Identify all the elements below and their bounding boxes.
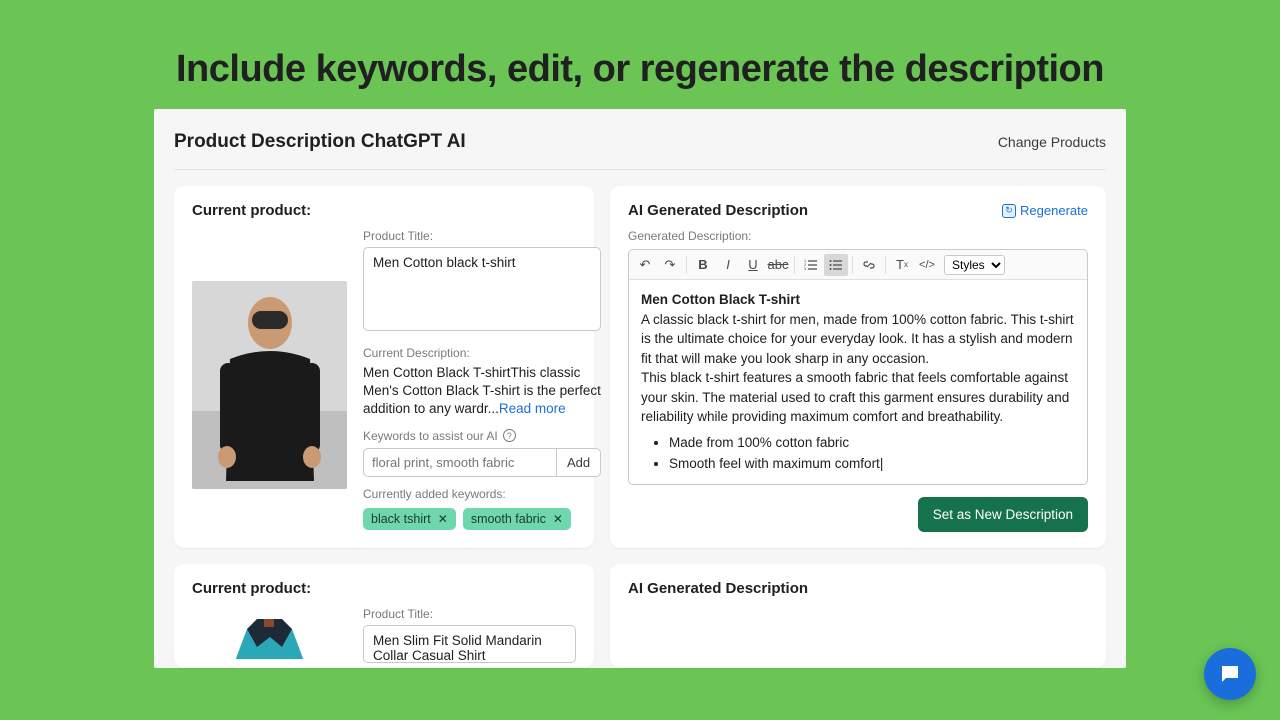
shirt-illustration bbox=[192, 619, 347, 659]
bold-button[interactable]: B bbox=[691, 254, 715, 276]
product-image bbox=[192, 281, 347, 489]
keyword-chip: black tshirt ✕ bbox=[363, 508, 456, 530]
rich-text-editor: ↶ ↷ B I U abc 123 bbox=[628, 249, 1088, 485]
product-image bbox=[192, 619, 347, 659]
bullet-item: Made from 100% cotton fabric bbox=[669, 433, 1075, 453]
card-title: Current product: bbox=[192, 580, 576, 597]
redo-button[interactable]: ↷ bbox=[658, 254, 682, 276]
set-as-new-description-button[interactable]: Set as New Description bbox=[918, 497, 1088, 532]
product-title-label: Product Title: bbox=[363, 229, 601, 243]
remove-chip-icon[interactable]: ✕ bbox=[438, 512, 448, 526]
product-row: Current product: Product Title: AI Gener… bbox=[174, 564, 1106, 668]
keyword-chip: smooth fabric ✕ bbox=[463, 508, 571, 530]
current-description-text: Men Cotton Black T-shirtThis classic Men… bbox=[363, 364, 601, 419]
keywords-input[interactable] bbox=[363, 448, 556, 477]
generated-paragraph: A classic black t-shirt for men, made fr… bbox=[641, 312, 1074, 366]
strikethrough-button[interactable]: abc bbox=[766, 254, 790, 276]
current-description-label: Current Description: bbox=[363, 346, 601, 360]
chips-container: black tshirt ✕ smooth fabric ✕ bbox=[363, 508, 601, 530]
unordered-list-button[interactable] bbox=[824, 254, 848, 276]
regenerate-button[interactable]: ↻ Regenerate bbox=[1002, 203, 1088, 218]
add-keyword-button[interactable]: Add bbox=[556, 448, 601, 477]
tshirt-illustration bbox=[192, 281, 347, 489]
clear-format-button[interactable]: Tx bbox=[890, 254, 914, 276]
product-row: Current product: bbox=[174, 186, 1106, 548]
chat-fab[interactable] bbox=[1204, 648, 1256, 700]
generated-title: Men Cotton Black T-shirt bbox=[641, 292, 800, 307]
page-heading: Include keywords, edit, or regenerate th… bbox=[0, 0, 1280, 109]
editor-toolbar: ↶ ↷ B I U abc 123 bbox=[629, 250, 1087, 280]
generated-description-label: Generated Description: bbox=[628, 229, 1088, 243]
chat-icon bbox=[1218, 662, 1242, 686]
remove-chip-icon[interactable]: ✕ bbox=[553, 512, 563, 526]
ordered-list-button[interactable]: 123 bbox=[799, 254, 823, 276]
ai-card-title: AI Generated Description bbox=[628, 202, 808, 219]
undo-button[interactable]: ↶ bbox=[633, 254, 657, 276]
product-title-input[interactable] bbox=[363, 247, 601, 331]
editor-content-area[interactable]: Men Cotton Black T-shirt A classic black… bbox=[629, 280, 1087, 484]
source-button[interactable]: </> bbox=[915, 254, 939, 276]
product-title-input[interactable] bbox=[363, 625, 576, 663]
generated-paragraph: This black t-shirt features a smooth fab… bbox=[641, 370, 1069, 424]
generated-bullets: Made from 100% cotton fabric Smooth feel… bbox=[641, 433, 1075, 473]
help-icon[interactable]: ? bbox=[503, 429, 516, 442]
keywords-label: Keywords to assist our AI bbox=[363, 429, 498, 443]
svg-text:3: 3 bbox=[804, 266, 807, 271]
app-title: Product Description ChatGPT AI bbox=[174, 131, 466, 153]
styles-select[interactable]: Styles bbox=[944, 255, 1005, 275]
underline-button[interactable]: U bbox=[741, 254, 765, 276]
change-products-link[interactable]: Change Products bbox=[998, 134, 1106, 150]
card-title: Current product: bbox=[192, 202, 576, 219]
regenerate-icon: ↻ bbox=[1002, 204, 1016, 218]
ai-card-title: AI Generated Description bbox=[628, 580, 1088, 597]
bullet-item: Smooth feel with maximum comfort bbox=[669, 454, 1075, 474]
ai-generated-card: AI Generated Description ↻ Regenerate Ge… bbox=[610, 186, 1106, 548]
app-panel: Product Description ChatGPT AI Change Pr… bbox=[154, 109, 1126, 668]
current-product-card: Current product: Product Title: bbox=[174, 564, 594, 668]
currently-added-label: Currently added keywords: bbox=[363, 487, 601, 501]
link-button[interactable] bbox=[857, 254, 881, 276]
read-more-link[interactable]: Read more bbox=[499, 401, 566, 416]
italic-button[interactable]: I bbox=[716, 254, 740, 276]
current-product-card: Current product: bbox=[174, 186, 594, 548]
chip-label: black tshirt bbox=[371, 512, 431, 526]
product-title-label: Product Title: bbox=[363, 607, 576, 621]
chip-label: smooth fabric bbox=[471, 512, 546, 526]
ai-generated-card: AI Generated Description bbox=[610, 564, 1106, 668]
app-header: Product Description ChatGPT AI Change Pr… bbox=[174, 131, 1106, 170]
